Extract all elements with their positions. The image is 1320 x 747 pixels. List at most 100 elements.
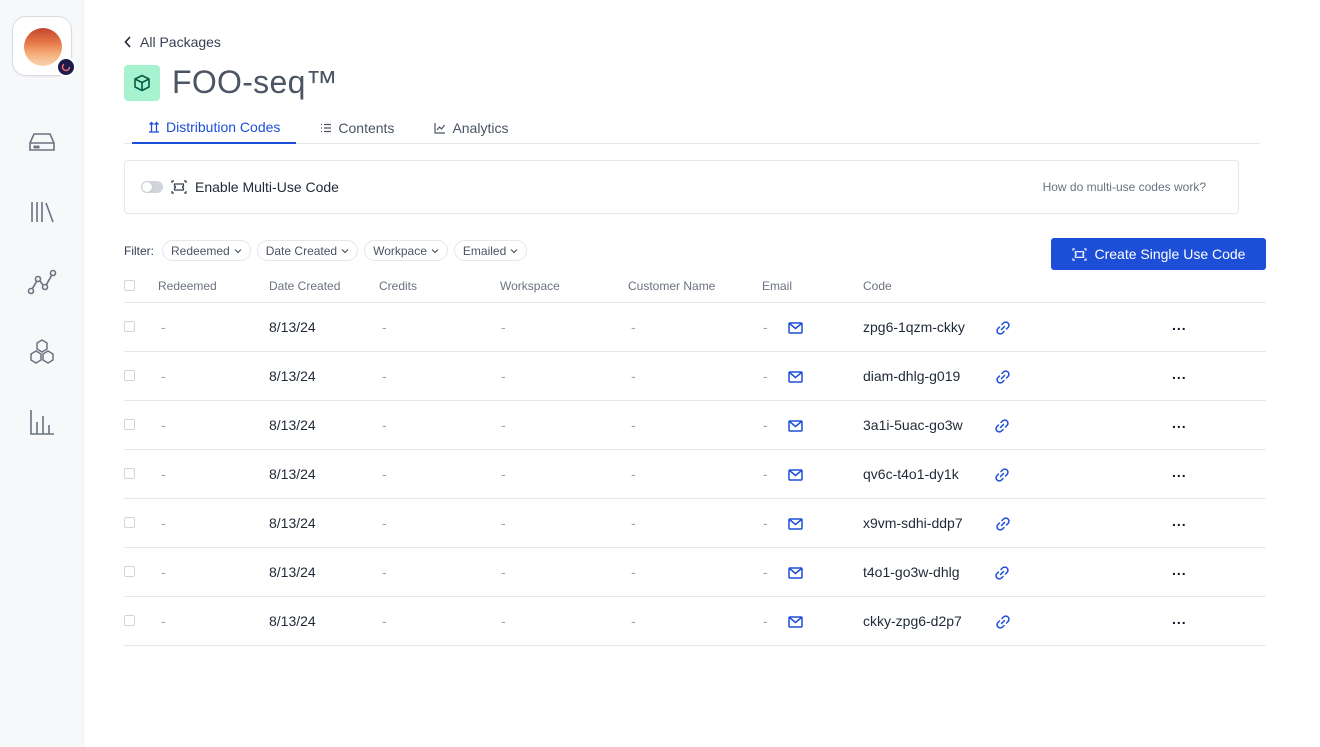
nav-inbox-icon[interactable] [26, 126, 58, 158]
link-icon[interactable] [993, 564, 1010, 581]
row-checkbox[interactable] [124, 566, 135, 577]
filter-chip-date-created[interactable]: Date Created [256, 240, 359, 261]
chevron-down-icon [234, 248, 242, 253]
link-icon[interactable] [993, 466, 1010, 483]
column-header-date-created[interactable]: Date Created [269, 279, 340, 293]
codes-table: Redeemed Date Created Credits Workspace … [124, 270, 1266, 646]
mail-icon[interactable] [787, 369, 803, 385]
cell-redeemed: - [161, 368, 166, 384]
row-checkbox[interactable] [124, 615, 135, 626]
cell-code: t4o1-go3w-dhlg [863, 564, 960, 580]
mail-icon[interactable] [787, 467, 803, 483]
column-header-redeemed[interactable]: Redeemed [158, 279, 217, 293]
multi-use-toggle[interactable] [141, 181, 163, 193]
main-content: All Packages FOO-seq™ Distribution Codes… [84, 0, 1320, 747]
mail-icon[interactable] [787, 516, 803, 532]
cell-credits: - [382, 319, 387, 335]
nav-bar-chart-icon[interactable] [26, 406, 58, 438]
mail-icon[interactable] [787, 418, 803, 434]
back-link[interactable]: All Packages [124, 34, 221, 50]
cell-date-created: 8/13/24 [269, 564, 316, 580]
cell-customer-name: - [631, 319, 636, 335]
row-more-actions-button[interactable]: ... [1172, 562, 1187, 578]
row-more-actions-button[interactable]: ... [1172, 611, 1187, 627]
filter-chip-label: Emailed [462, 243, 507, 258]
org-badge-icon [56, 57, 76, 77]
package-icon [124, 64, 160, 101]
row-checkbox[interactable] [124, 419, 135, 430]
cell-redeemed: - [161, 319, 166, 335]
link-icon[interactable] [993, 417, 1010, 434]
cell-email: - [763, 417, 768, 433]
page-title: FOO-seq™ [172, 64, 338, 100]
cell-redeemed: - [161, 417, 166, 433]
row-more-actions-button[interactable]: ... [1172, 366, 1187, 382]
row-more-actions-button[interactable]: ... [1172, 513, 1187, 529]
link-icon[interactable] [994, 319, 1011, 336]
link-icon[interactable] [994, 368, 1011, 385]
multi-use-help-link[interactable]: How do multi-use codes work? [1043, 180, 1206, 194]
mail-icon[interactable] [787, 614, 803, 630]
cell-customer-name: - [631, 613, 636, 629]
row-more-actions-button[interactable]: ... [1172, 317, 1187, 333]
link-icon[interactable] [994, 613, 1011, 630]
cell-workspace: - [501, 515, 506, 531]
app-logo[interactable] [12, 16, 76, 77]
mail-icon[interactable] [787, 565, 803, 581]
chevron-left-icon [124, 36, 131, 48]
tab-contents[interactable]: Contents [304, 112, 410, 144]
row-more-actions-button[interactable]: ... [1172, 415, 1187, 431]
cell-code: x9vm-sdhi-ddp7 [863, 515, 963, 531]
nav-hexagons-icon[interactable] [26, 336, 58, 368]
row-checkbox[interactable] [124, 321, 135, 332]
cell-credits: - [382, 613, 387, 629]
cell-date-created: 8/13/24 [269, 466, 316, 482]
sunset-logo-icon [24, 28, 62, 66]
cell-email: - [763, 564, 768, 580]
filter-chip-emailed[interactable]: Emailed [453, 240, 528, 261]
cell-workspace: - [501, 564, 506, 580]
nav-library-icon[interactable] [26, 196, 58, 228]
cell-credits: - [382, 466, 387, 482]
cell-date-created: 8/13/24 [269, 515, 316, 531]
multi-use-card: Enable Multi-Use Code How do multi-use c… [124, 160, 1239, 214]
link-icon[interactable] [994, 515, 1011, 532]
cell-customer-name: - [631, 368, 636, 384]
multi-use-label: Enable Multi-Use Code [195, 179, 339, 195]
cell-workspace: - [501, 466, 506, 482]
tab-label: Analytics [452, 120, 509, 136]
cell-workspace: - [501, 319, 506, 335]
tab-bar: Distribution Codes Contents Analytics [124, 112, 1260, 144]
row-checkbox[interactable] [124, 517, 135, 528]
cell-date-created: 8/13/24 [269, 417, 316, 433]
nav-graph-nodes-icon[interactable] [26, 266, 58, 298]
cell-workspace: - [501, 613, 506, 629]
tab-analytics[interactable]: Analytics [418, 112, 524, 144]
column-header-code[interactable]: Code [863, 279, 892, 293]
column-header-email[interactable]: Email [762, 279, 792, 293]
table-row: - 8/13/24 - - - - zpg6-1qzm-ckky ... [124, 303, 1266, 352]
row-more-actions-button[interactable]: ... [1172, 464, 1187, 480]
tab-label: Distribution Codes [166, 119, 281, 135]
table-header: Redeemed Date Created Credits Workspace … [124, 270, 1266, 303]
row-checkbox[interactable] [124, 468, 135, 479]
row-checkbox[interactable] [124, 370, 135, 381]
table-row: - 8/13/24 - - - - ckky-zpg6-d2p7 ... [124, 597, 1266, 646]
filter-chip-redeemed[interactable]: Redeemed [162, 240, 251, 261]
cell-redeemed: - [161, 613, 166, 629]
tab-distribution-codes[interactable]: Distribution Codes [132, 112, 297, 144]
cell-customer-name: - [631, 564, 636, 580]
cell-credits: - [382, 417, 387, 433]
chevron-down-icon [431, 248, 439, 253]
create-single-use-code-button[interactable]: Create Single Use Code [1051, 238, 1266, 270]
column-header-customer-name[interactable]: Customer Name [628, 279, 715, 293]
filter-chip-label: Redeemed [171, 243, 230, 258]
filter-chip-workspace[interactable]: Workpace [364, 240, 448, 261]
cell-code: diam-dhlg-g019 [863, 368, 961, 384]
column-header-credits[interactable]: Credits [379, 279, 417, 293]
cell-redeemed: - [161, 466, 166, 482]
mail-icon[interactable] [787, 320, 803, 336]
ticket-scan-icon [171, 180, 187, 194]
select-all-checkbox[interactable] [124, 280, 135, 291]
column-header-workspace[interactable]: Workspace [500, 279, 560, 293]
